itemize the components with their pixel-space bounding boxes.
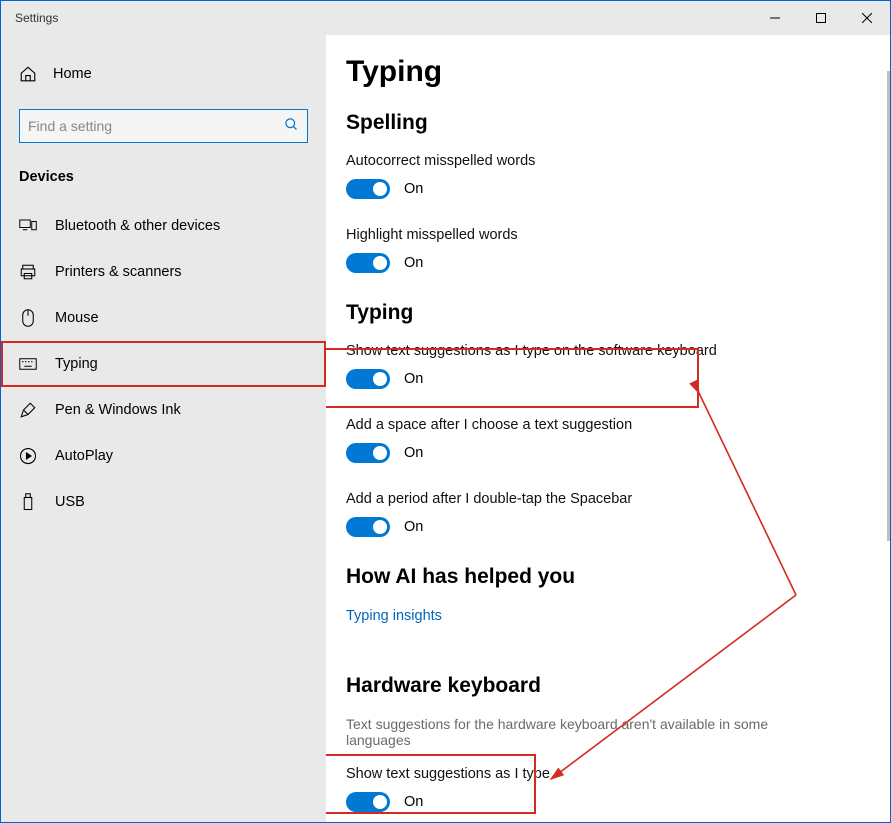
setting-label: Show text suggestions as I type on the s…	[346, 343, 860, 359]
setting-label: Add a period after I double-tap the Spac…	[346, 491, 860, 507]
setting-add-space: Add a space after I choose a text sugges…	[346, 417, 860, 463]
search-icon	[284, 117, 299, 135]
sidebar-section-header: Devices	[1, 169, 326, 203]
toggle-autocorrect[interactable]	[346, 179, 390, 199]
sidebar-item-label: Bluetooth & other devices	[55, 218, 220, 234]
toggle-add-space[interactable]	[346, 443, 390, 463]
sidebar-item-label: USB	[55, 494, 85, 510]
toggle-state: On	[404, 794, 423, 810]
typing-insights-link[interactable]: Typing insights	[346, 608, 442, 624]
sidebar-item-label: Pen & Windows Ink	[55, 402, 181, 418]
home-label: Home	[53, 66, 92, 82]
home-button[interactable]: Home	[1, 55, 326, 93]
hardware-subtext: Text suggestions for the hardware keyboa…	[346, 716, 806, 748]
setting-label: Autocorrect misspelled words	[346, 153, 860, 169]
window-title: Settings	[15, 11, 58, 25]
section-ai-title: How AI has helped you	[346, 565, 860, 589]
toggle-text-suggestions-hw[interactable]	[346, 792, 390, 812]
setting-label: Add a space after I choose a text sugges…	[346, 417, 860, 433]
setting-text-suggestions-hw: Show text suggestions as I type On	[346, 766, 860, 812]
sidebar-item-mouse[interactable]: Mouse	[1, 295, 326, 341]
toggle-state: On	[404, 445, 423, 461]
toggle-state: On	[404, 519, 423, 535]
close-button[interactable]	[844, 2, 890, 34]
sidebar-item-typing[interactable]: Typing	[1, 341, 326, 387]
devices-icon	[19, 217, 37, 235]
sidebar-item-pen[interactable]: Pen & Windows Ink	[1, 387, 326, 433]
keyboard-icon	[19, 355, 37, 373]
section-hardware-title: Hardware keyboard	[346, 674, 860, 698]
toggle-add-period[interactable]	[346, 517, 390, 537]
printer-icon	[19, 263, 37, 281]
setting-add-period: Add a period after I double-tap the Spac…	[346, 491, 860, 537]
setting-label: Show text suggestions as I type	[346, 766, 860, 782]
sidebar-item-label: Typing	[55, 356, 98, 372]
mouse-icon	[19, 309, 37, 327]
usb-icon	[19, 493, 37, 511]
sidebar-item-label: AutoPlay	[55, 448, 113, 464]
toggle-highlight[interactable]	[346, 253, 390, 273]
sidebar-item-printers[interactable]: Printers & scanners	[1, 249, 326, 295]
main-panel: Typing Spelling Autocorrect misspelled w…	[326, 35, 890, 822]
scrollbar-thumb[interactable]	[887, 71, 890, 541]
pen-icon	[19, 401, 37, 419]
titlebar: Settings	[1, 1, 890, 35]
sidebar-item-label: Printers & scanners	[55, 264, 182, 280]
minimize-button[interactable]	[752, 2, 798, 34]
autoplay-icon	[19, 447, 37, 465]
window-controls	[752, 2, 890, 34]
setting-label: Highlight misspelled words	[346, 227, 860, 243]
sidebar-item-label: Mouse	[55, 310, 99, 326]
section-typing-title: Typing	[346, 301, 860, 325]
toggle-state: On	[404, 371, 423, 387]
setting-highlight: Highlight misspelled words On	[346, 227, 860, 273]
search-box[interactable]	[19, 109, 308, 143]
search-input[interactable]	[28, 118, 284, 134]
setting-text-suggestions-sw: Show text suggestions as I type on the s…	[346, 343, 860, 389]
toggle-text-suggestions-sw[interactable]	[346, 369, 390, 389]
toggle-state: On	[404, 255, 423, 271]
sidebar-item-autoplay[interactable]: AutoPlay	[1, 433, 326, 479]
sidebar-item-bluetooth[interactable]: Bluetooth & other devices	[1, 203, 326, 249]
section-spelling-title: Spelling	[346, 111, 860, 135]
maximize-button[interactable]	[798, 2, 844, 34]
setting-autocorrect: Autocorrect misspelled words On	[346, 153, 860, 199]
sidebar-item-usb[interactable]: USB	[1, 479, 326, 525]
page-title: Typing	[346, 55, 860, 89]
home-icon	[19, 65, 37, 83]
sidebar: Home Devices Bluetooth & other devices P…	[1, 35, 326, 822]
toggle-state: On	[404, 181, 423, 197]
